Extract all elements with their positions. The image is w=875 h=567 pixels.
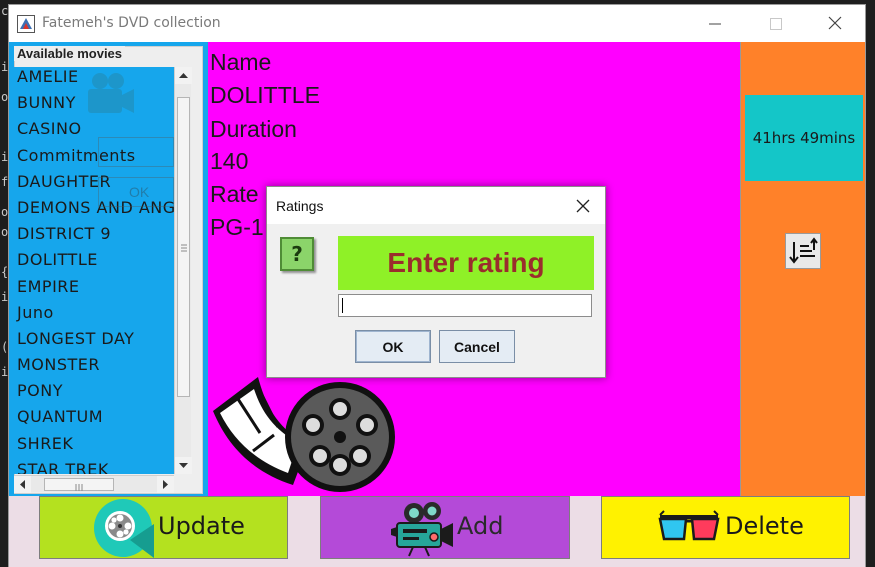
movies-panel: Available movies OK AMELIE BUNNY CASINO … [9, 42, 208, 496]
name-label: Name [210, 49, 272, 75]
duration-label: Duration [210, 116, 297, 142]
rating-input[interactable] [338, 294, 592, 317]
dialog-title-bar: Ratings [267, 187, 605, 224]
vertical-scrollbar[interactable] [174, 67, 192, 474]
update-button[interactable]: Update [39, 496, 288, 559]
update-label: Update [158, 512, 245, 540]
cancel-button[interactable]: Cancel [439, 330, 515, 363]
ok-button[interactable]: OK [355, 330, 431, 363]
maximize-icon [770, 18, 782, 30]
add-button[interactable]: Add [320, 496, 570, 559]
ratings-dialog: Ratings ? Enter rating OK Cancel [266, 186, 606, 378]
horizontal-scroll-thumb[interactable] [44, 478, 114, 491]
3d-glasses-icon [658, 510, 720, 541]
movie-list[interactable]: OK AMELIE BUNNY CASINO Commitments DAUGH… [14, 67, 174, 474]
video-camera-icon [391, 502, 453, 557]
duration-value: 140 [210, 148, 249, 174]
scroll-down-button[interactable] [175, 457, 192, 474]
horizontal-scrollbar[interactable] [14, 475, 174, 493]
film-reel-icon [94, 499, 154, 558]
rate-value: PG-1 [210, 214, 264, 240]
list-item[interactable]: MONSTER [14, 355, 174, 381]
ghost-camera-icon [88, 73, 134, 113]
title-bar: Fatemeh's DVD collection [9, 5, 865, 42]
dialog-title: Ratings [276, 198, 324, 214]
list-item[interactable]: DISTRICT 9 [14, 224, 174, 250]
arrow-left-icon [20, 480, 25, 489]
close-icon [576, 199, 590, 213]
text-caret [342, 298, 343, 313]
scroll-left-button[interactable] [14, 476, 31, 493]
grip-icon [181, 244, 187, 252]
list-item[interactable]: DOLITTLE [14, 250, 174, 276]
add-label: Add [457, 512, 504, 540]
list-item[interactable]: EMPIRE [14, 277, 174, 303]
dialog-close-button[interactable] [573, 196, 593, 216]
arrow-down-icon [179, 463, 188, 468]
sort-button[interactable] [785, 233, 821, 269]
film-reel-icon [213, 377, 395, 492]
delete-button[interactable]: Delete [601, 496, 850, 559]
sort-icon [789, 237, 818, 264]
ghost-field [98, 137, 174, 167]
rate-label: Rate [210, 181, 259, 207]
list-item[interactable]: Juno [14, 303, 174, 329]
maximize-button[interactable] [753, 5, 799, 42]
java-app-icon [17, 15, 35, 33]
delete-label: Delete [725, 512, 804, 540]
total-duration: 41hrs 49mins [745, 95, 863, 181]
question-icon: ? [280, 237, 314, 271]
movies-legend: Available movies [14, 46, 126, 61]
scroll-up-button[interactable] [175, 67, 192, 84]
grip-icon [75, 484, 83, 491]
minimize-button[interactable] [693, 5, 739, 42]
window-title: Fatemeh's DVD collection [42, 15, 221, 31]
arrow-right-icon [163, 480, 168, 489]
list-item[interactable]: PONY [14, 381, 174, 407]
close-button[interactable] [813, 5, 859, 42]
list-item[interactable]: SHREK [14, 434, 174, 460]
list-item[interactable]: STAR TREK [14, 460, 174, 474]
vertical-scroll-thumb[interactable] [177, 97, 190, 397]
list-item[interactable]: LONGEST DAY [14, 329, 174, 355]
minimize-icon [709, 23, 721, 25]
name-value: DOLITTLE [210, 82, 320, 108]
scroll-right-button[interactable] [157, 476, 174, 493]
list-item[interactable]: QUANTUM [14, 407, 174, 433]
summary-panel: 41hrs 49mins [740, 42, 865, 496]
arrow-up-icon [179, 73, 188, 78]
close-icon [828, 16, 842, 30]
dialog-prompt: Enter rating [338, 236, 594, 290]
ghost-ok: OK [98, 177, 174, 207]
